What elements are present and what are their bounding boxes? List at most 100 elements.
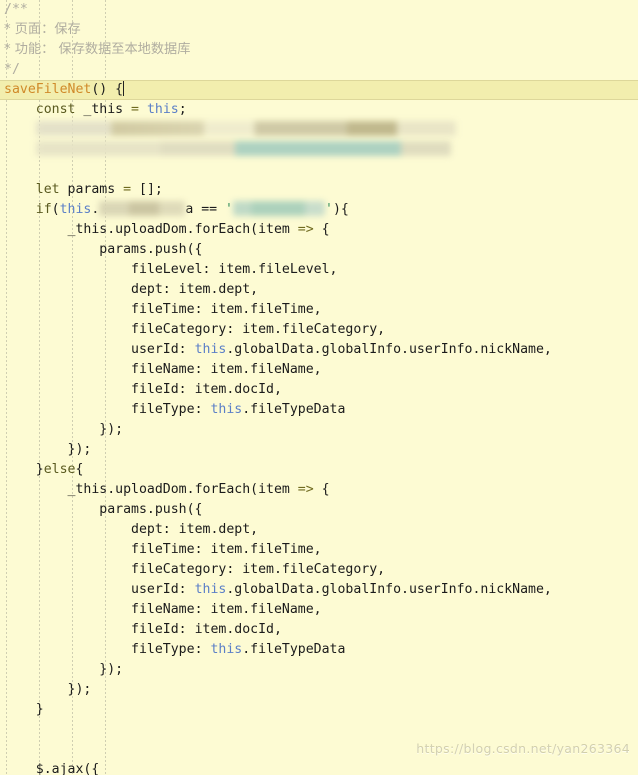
code-token-kw: else [43,462,76,477]
code-token-this: this [210,642,243,657]
code-line[interactable]: params.push({ [0,240,638,260]
code-line[interactable]: params.push({ [0,500,638,520]
code-line[interactable] [0,720,638,740]
code-token-plain: fileType: [131,642,211,657]
code-line[interactable]: dept: item.dept, [0,520,638,540]
comment-open: /** [4,2,28,17]
code-token-kw: if [35,202,52,217]
code-line[interactable]: if(this. a == ' '){ [0,200,638,220]
code-line[interactable]: fileId: item.docId, [0,620,638,640]
code-token-plain: fileName: item.fileName, [131,602,322,617]
code-token-this: this [210,402,243,417]
code-line[interactable]: fileCategory: item.fileCategory, [0,320,638,340]
code-line[interactable]: fileTime: item.fileTime, [0,300,638,320]
code-line[interactable]: */ [0,60,638,80]
code-token-plain: .globalData.globalInfo.userInfo.nickName… [226,342,552,357]
code-token-plain: fileCategory: item.fileCategory, [131,322,386,337]
code-token-plain: { [313,482,330,497]
code-token-op: = [123,182,132,197]
code-token-plain: dept: item.dept, [131,282,259,297]
code-token-plain: []; [131,182,163,197]
code-token-plain: }); [99,662,124,677]
code-token-plain: } [35,462,44,477]
code-lines[interactable]: /** * 页面：保存 * 功能： 保存数据至本地数据库 */ saveFile… [0,0,638,775]
redacted-string-value [232,201,325,216]
code-line[interactable]: }); [0,660,638,680]
code-token-plain: fileTime: item.fileTime, [131,542,322,557]
code-editor[interactable]: /** * 页面：保存 * 功能： 保存数据至本地数据库 */ saveFile… [0,0,638,775]
code-token-plain: fileCategory: item.fileCategory, [131,562,386,577]
code-line[interactable]: userId: this.globalData.globalInfo.userI… [0,340,638,360]
code-token-plain: fileId: item.docId, [131,622,282,637]
comment-text-page: 页面：保存 [10,22,81,37]
code-token-plain: _this.uploadDom.forEach(item [67,482,298,497]
code-line[interactable] [0,120,638,140]
redacted-code-block [35,141,451,156]
code-token-plain: ; [178,102,187,117]
code-line[interactable]: const _this = this; [0,100,638,120]
code-line[interactable]: $.ajax({ [0,760,638,775]
string-quote-open: ' [225,202,233,217]
code-token-plain: { [313,222,330,237]
code-token-plain: _this [75,102,132,117]
code-line[interactable] [0,140,638,160]
code-token-plain: }); [99,422,124,437]
code-line[interactable]: }); [0,420,638,440]
code-token-plain: .fileTypeData [242,402,346,417]
code-line[interactable]: fileTime: item.fileTime, [0,540,638,560]
code-token-this: this [146,102,179,117]
code-line[interactable]: fileType: this.fileTypeData [0,640,638,660]
code-line[interactable]: fileName: item.fileName, [0,360,638,380]
code-token-plain: }); [67,682,92,697]
comment-close: */ [4,62,20,77]
code-token-plain: params.push({ [99,242,203,257]
code-line[interactable]: * 功能： 保存数据至本地数据库 [0,40,638,60]
code-token-plain: params.push({ [99,502,203,517]
code-token-plain: fileId: item.docId, [131,382,282,397]
code-line[interactable]: _this.uploadDom.forEach(item => { [0,480,638,500]
code-line[interactable]: } [0,700,638,720]
string-quote-close: ' [324,202,333,217]
code-line[interactable]: fileName: item.fileName, [0,600,638,620]
code-token-plain: .fileTypeData [242,642,346,657]
code-line[interactable]: * 页面：保存 [0,20,638,40]
code-token-plain: { [75,462,84,477]
code-token-plain: params [59,182,124,197]
code-token-plain: _this.uploadDom.forEach(item [67,222,298,237]
code-token-kw: const [35,102,76,117]
code-line[interactable]: /** [0,0,638,20]
code-token-plain: userId: [131,582,195,597]
code-line[interactable]: let params = []; [0,180,638,200]
code-line[interactable]: dept: item.dept, [0,280,638,300]
code-line[interactable]: }); [0,440,638,460]
code-line[interactable]: fileType: this.fileTypeData [0,400,638,420]
code-token-this: this [194,582,227,597]
code-token-plain: . [91,202,100,217]
code-token-plain: ){ [332,202,349,217]
code-line[interactable]: userId: this.globalData.globalInfo.userI… [0,580,638,600]
code-line[interactable]: fileLevel: item.fileLevel, [0,260,638,280]
code-token-plain: fileName: item.fileName, [131,362,322,377]
code-line[interactable]: }else{ [0,460,638,480]
code-line[interactable] [0,740,638,760]
text-cursor [123,81,125,96]
code-line[interactable]: fileCategory: item.fileCategory, [0,560,638,580]
comment-text-function: 功能： 保存数据至本地数据库 [10,42,191,57]
code-token-op: => [297,482,314,497]
code-token-plain: $.ajax({ [35,762,100,775]
current-line-function-signature[interactable]: saveFileNet() { [0,80,638,100]
code-line[interactable]: }); [0,680,638,700]
function-signature-rest: () { [91,82,124,97]
code-line[interactable]: _this.uploadDom.forEach(item => { [0,220,638,240]
code-token-plain: userId: [131,342,195,357]
code-token-this: this [59,202,92,217]
code-token-kw: let [35,182,60,197]
code-line[interactable]: fileId: item.docId, [0,380,638,400]
code-token-plain: .globalData.globalInfo.userInfo.nickName… [226,582,552,597]
redacted-code-block [35,121,456,136]
code-line[interactable] [0,160,638,180]
comment-marker: * [4,42,11,57]
code-token-this: this [194,342,227,357]
code-token-op: = [131,102,139,117]
